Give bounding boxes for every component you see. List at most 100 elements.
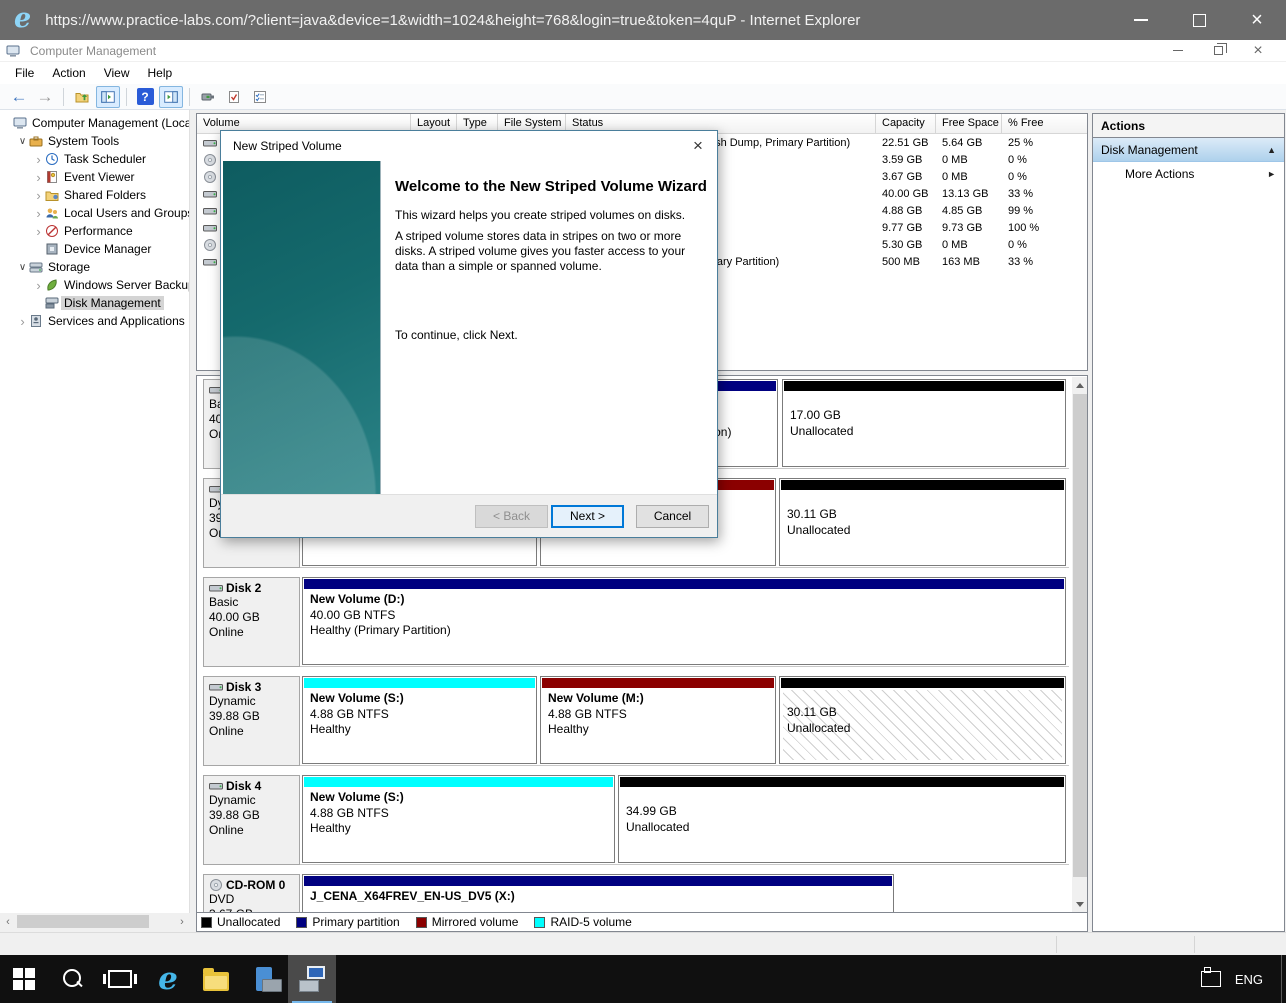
chevron-right-icon[interactable]: › xyxy=(32,152,45,167)
unallocated-label: Unallocated xyxy=(790,424,1058,440)
tree-item-event-viewer[interactable]: › Event Viewer xyxy=(0,168,189,186)
tree-item-device-manager[interactable]: Device Manager xyxy=(0,240,189,258)
scroll-up-icon[interactable] xyxy=(1072,377,1088,393)
taskbar-task-view-icon[interactable] xyxy=(96,955,144,1003)
tree-item-label: Event Viewer xyxy=(61,170,137,184)
taskbar-search-icon[interactable] xyxy=(48,955,96,1003)
tree-horizontal-scrollbar[interactable]: ‹ › xyxy=(0,913,190,930)
more-actions-item[interactable]: More Actions ► xyxy=(1093,162,1284,186)
column-header-free-space[interactable]: Free Space xyxy=(936,114,1002,133)
tree-item-label: Performance xyxy=(61,224,136,238)
taskbar-computer-management-icon[interactable] xyxy=(288,955,336,1003)
show-desktop-button[interactable] xyxy=(1281,955,1282,1003)
chevron-right-icon[interactable]: › xyxy=(32,170,45,185)
chevron-right-icon[interactable]: › xyxy=(32,188,45,203)
disk-partitions: New Volume (D:)40.00 GB NTFSHealthy (Pri… xyxy=(302,577,1066,667)
back-icon[interactable]: ← xyxy=(7,86,31,108)
tree-item-local-users-and-groups[interactable]: ›Local Users and Groups xyxy=(0,204,189,222)
tree-item-system-tools[interactable]: ∨System Tools xyxy=(0,132,189,150)
ie-titlebar[interactable]: e https://www.practice-labs.com/?client=… xyxy=(0,0,1286,40)
ie-maximize-button[interactable] xyxy=(1170,0,1228,40)
partition[interactable]: New Volume (S:)4.88 GB NTFSHealthy xyxy=(302,676,537,764)
tree-item-storage[interactable]: ∨Storage xyxy=(0,258,189,276)
partition[interactable]: New Volume (D:)40.00 GB NTFSHealthy (Pri… xyxy=(302,577,1066,665)
partition[interactable]: New Volume (M:)4.88 GB NTFSHealthy xyxy=(540,676,776,764)
menu-file[interactable]: File xyxy=(6,63,43,83)
console-tree-toggle-icon[interactable] xyxy=(96,86,120,108)
chevron-right-icon[interactable]: › xyxy=(32,206,45,221)
chevron-right-icon[interactable]: › xyxy=(32,278,45,293)
disk-partitions: New Volume (S:)4.88 GB NTFSHealthyNew Vo… xyxy=(302,676,1066,766)
partition[interactable]: New Volume (S:)4.88 GB NTFSHealthy xyxy=(302,775,615,863)
cm-minimize-button[interactable] xyxy=(1158,41,1198,61)
scrollbar-thumb[interactable] xyxy=(17,915,149,928)
cm-titlebar[interactable]: Computer Management × xyxy=(0,40,1286,62)
partition-color-bar xyxy=(304,777,613,787)
cm-close-button[interactable]: × xyxy=(1238,41,1278,61)
ie-close-button[interactable]: × xyxy=(1228,0,1286,40)
chevron-right-icon[interactable]: › xyxy=(16,314,29,329)
chevron-down-icon[interactable]: ∨ xyxy=(16,136,29,147)
unallocated-region[interactable]: 30.11 GBUnallocated xyxy=(779,676,1066,764)
cm-restore-button[interactable] xyxy=(1198,41,1238,61)
volume-cell-capacity: 3.67 GB xyxy=(876,168,936,185)
collapse-caret-icon[interactable]: ▲ xyxy=(1267,145,1276,155)
tree-item-computer-management-local[interactable]: Computer Management (Local xyxy=(0,114,189,132)
scrollbar-thumb[interactable] xyxy=(1073,394,1087,877)
scroll-left-icon[interactable]: ‹ xyxy=(0,916,16,928)
partition-name: New Volume (S:) xyxy=(310,691,529,707)
help-icon[interactable]: ? xyxy=(133,86,157,108)
menu-action[interactable]: Action xyxy=(43,63,94,83)
volume-cell-capacity: 22.51 GB xyxy=(876,134,936,151)
taskbar-file-explorer-icon[interactable] xyxy=(192,955,240,1003)
taskbar-start-icon[interactable] xyxy=(0,955,48,1003)
partition[interactable]: J_CENA_X64FREV_EN-US_DV5 (X:) xyxy=(302,874,894,913)
disk-vertical-scrollbar[interactable] xyxy=(1072,377,1088,912)
actions-group-disk-management[interactable]: Disk Management ▲ xyxy=(1093,138,1284,162)
tree-item-shared-folders[interactable]: ›Shared Folders xyxy=(0,186,189,204)
unallocated-size: 30.11 GB xyxy=(787,705,1058,721)
tree-item-performance[interactable]: › Performance xyxy=(0,222,189,240)
column-header-capacity[interactable]: Capacity xyxy=(876,114,936,133)
unallocated-label: Unallocated xyxy=(787,721,1058,737)
chevron-down-icon[interactable]: ∨ xyxy=(16,262,29,273)
tree-item-task-scheduler[interactable]: ›Task Scheduler xyxy=(0,150,189,168)
wizard-close-icon[interactable]: × xyxy=(687,135,709,157)
view-list-icon[interactable] xyxy=(248,86,272,108)
ie-minimize-button[interactable] xyxy=(1112,0,1170,40)
unallocated-region[interactable]: 17.00 GBUnallocated xyxy=(782,379,1066,467)
back-button[interactable]: < Back xyxy=(475,505,548,528)
disk-label-disk-2[interactable]: Disk 2Basic40.00 GBOnline xyxy=(203,577,300,667)
taskbar-server-manager-icon[interactable] xyxy=(240,955,288,1003)
backup-icon xyxy=(45,278,61,292)
wizard-titlebar[interactable]: New Striped Volume × xyxy=(221,131,717,161)
forward-icon[interactable]: → xyxy=(33,86,57,108)
action-pane-toggle-icon[interactable] xyxy=(159,86,183,108)
scroll-right-icon[interactable]: › xyxy=(174,916,190,928)
column-header-free[interactable]: % Free xyxy=(1002,114,1088,133)
disk-attribute: DVD xyxy=(209,892,299,907)
tree-item-disk-management[interactable]: Disk Management xyxy=(0,294,189,312)
folder-export-icon[interactable] xyxy=(70,86,94,108)
cancel-button[interactable]: Cancel xyxy=(636,505,709,528)
language-indicator[interactable]: ENG xyxy=(1235,972,1263,987)
tree-item-windows-server-backup[interactable]: ›Windows Server Backup xyxy=(0,276,189,294)
disk-label-disk-3[interactable]: Disk 3Dynamic39.88 GBOnline xyxy=(203,676,300,766)
menu-help[interactable]: Help xyxy=(139,63,182,83)
unallocated-region[interactable]: 34.99 GBUnallocated xyxy=(618,775,1066,863)
tree-item-services-and-applications[interactable]: ›Services and Applications xyxy=(0,312,189,330)
rescan-icon[interactable] xyxy=(222,86,246,108)
unallocated-region[interactable]: 30.11 GBUnallocated xyxy=(779,478,1066,566)
menu-view[interactable]: View xyxy=(95,63,139,83)
next-button[interactable]: Next > xyxy=(551,505,624,528)
taskbar: e ENG xyxy=(0,955,1286,1003)
scroll-down-icon[interactable] xyxy=(1072,896,1088,912)
disk-row-disk-2: Disk 2Basic40.00 GBOnlineNew Volume (D:)… xyxy=(203,577,1069,667)
disk-label-disk-4[interactable]: Disk 4Dynamic39.88 GBOnline xyxy=(203,775,300,865)
disk-label-cd-rom-0[interactable]: CD-ROM 0DVD3.67 GB xyxy=(203,874,300,913)
ie-window-controls: × xyxy=(1112,0,1286,40)
taskbar-internet-explorer-icon[interactable]: e xyxy=(144,955,192,1003)
chevron-right-icon[interactable]: › xyxy=(32,224,45,239)
network-icon[interactable] xyxy=(1201,971,1221,987)
device-icon[interactable] xyxy=(196,86,220,108)
